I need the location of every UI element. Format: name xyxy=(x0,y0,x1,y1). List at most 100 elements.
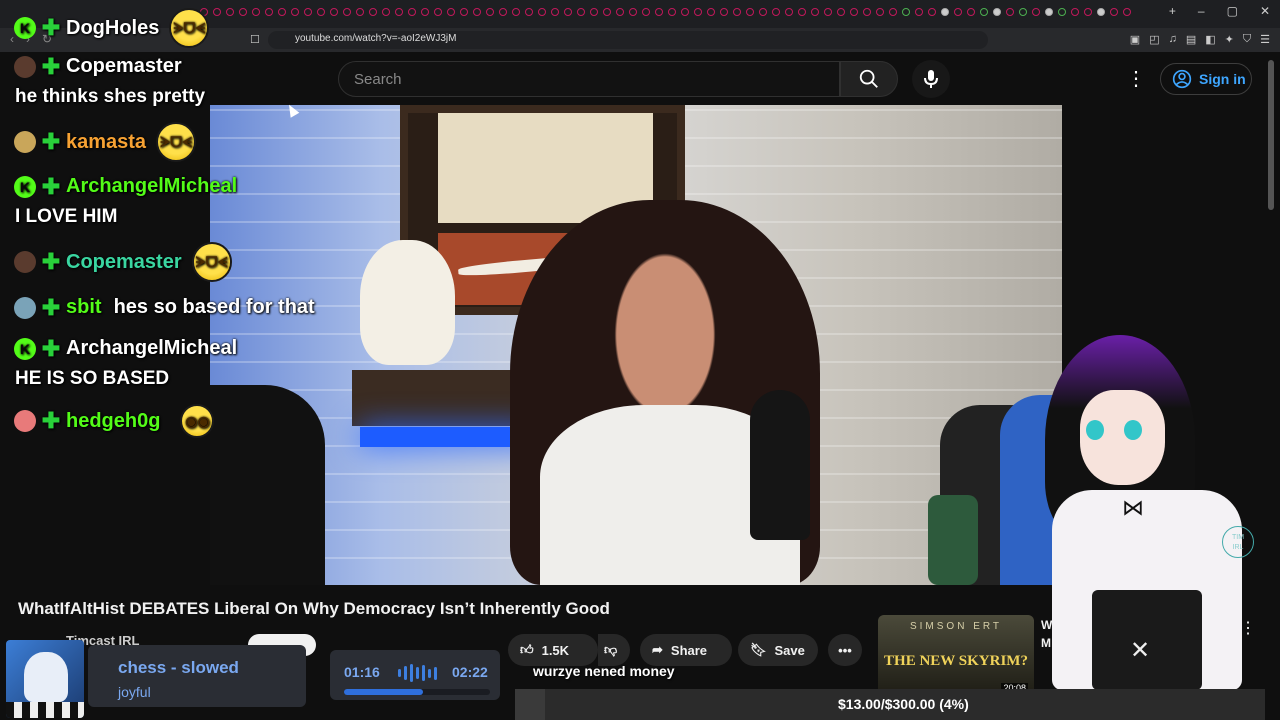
recommended-title-line2[interactable]: M xyxy=(1041,636,1051,650)
browser-tab-favicon-icon[interactable] xyxy=(343,8,351,16)
browser-tab-favicon-icon[interactable] xyxy=(1071,8,1079,16)
browser-tab-favicon-icon[interactable] xyxy=(603,8,611,16)
share-button[interactable]: ➦ Share xyxy=(640,634,732,666)
browser-tab-favicon-icon[interactable] xyxy=(1006,8,1014,16)
browser-tab-favicon-icon[interactable] xyxy=(473,8,481,16)
browser-tab-favicon-icon[interactable] xyxy=(850,8,858,16)
browser-tab-favicon-icon[interactable] xyxy=(1123,8,1131,16)
browser-tab-favicon-icon[interactable] xyxy=(616,8,624,16)
browser-tab-favicon-icon[interactable] xyxy=(759,8,767,16)
browser-tab-favicon-icon[interactable] xyxy=(694,8,702,16)
browser-tab-favicon-icon[interactable] xyxy=(941,8,949,16)
browser-tab-favicon-icon[interactable] xyxy=(356,8,364,16)
browser-tab-favicon-icon[interactable] xyxy=(707,8,715,16)
close-window-icon[interactable]: ✕ xyxy=(1260,4,1270,18)
browser-tab-favicon-icon[interactable] xyxy=(889,8,897,16)
browser-tab-favicon-icon[interactable] xyxy=(1019,8,1027,16)
browser-tab-favicon-icon[interactable] xyxy=(538,8,546,16)
browser-tab-favicon-icon[interactable] xyxy=(291,8,299,16)
browser-tab-favicon-icon[interactable] xyxy=(317,8,325,16)
browser-tab-favicon-icon[interactable] xyxy=(954,8,962,16)
browser-tab-favicon-icon[interactable] xyxy=(746,8,754,16)
browser-tab-favicon-icon[interactable] xyxy=(330,8,338,16)
recommended-title[interactable]: W xyxy=(1041,618,1052,632)
browser-tab-favicon-icon[interactable] xyxy=(1110,8,1118,16)
browser-tab-favicon-icon[interactable] xyxy=(382,8,390,16)
browser-tab-favicon-icon[interactable] xyxy=(642,8,650,16)
browser-tab-favicon-icon[interactable] xyxy=(278,8,286,16)
browser-tab-favicon-icon[interactable] xyxy=(564,8,572,16)
browser-tab-favicon-icon[interactable] xyxy=(785,8,793,16)
video-player[interactable] xyxy=(210,105,1062,585)
browser-tab-favicon-icon[interactable] xyxy=(915,8,923,16)
recommended-menu-icon[interactable]: ⋮ xyxy=(1240,618,1256,638)
browser-tab-favicon-icon[interactable] xyxy=(525,8,533,16)
browser-tab-favicon-icon[interactable] xyxy=(252,8,260,16)
browser-tab-favicon-icon[interactable] xyxy=(226,8,234,16)
browser-tab-favicon-icon[interactable] xyxy=(1058,8,1066,16)
menu-icon[interactable]: ☰ xyxy=(1260,33,1270,46)
browser-tab-favicon-icon[interactable] xyxy=(421,8,429,16)
browser-tab-favicon-icon[interactable] xyxy=(902,8,910,16)
browser-tab-favicon-icon[interactable] xyxy=(928,8,936,16)
recommended-video-thumbnail[interactable]: SIMSON ERT THE NEW SKYRIM? 20:08 xyxy=(878,615,1034,695)
browser-tab-favicon-icon[interactable] xyxy=(1032,8,1040,16)
browser-tab-favicon-icon[interactable] xyxy=(369,8,377,16)
extension-icon[interactable]: ◧ xyxy=(1205,33,1215,46)
minimize-icon[interactable]: – xyxy=(1198,4,1205,18)
browser-tab-favicon-icon[interactable] xyxy=(408,8,416,16)
browser-tab-favicon-icon[interactable] xyxy=(590,8,598,16)
settings-menu-icon[interactable]: ⋮ xyxy=(1126,66,1146,91)
browser-tab-favicon-icon[interactable] xyxy=(304,8,312,16)
browser-tab-favicon-icon[interactable] xyxy=(733,8,741,16)
browser-tab-favicon-icon[interactable] xyxy=(1097,8,1105,16)
browser-tab-favicon-icon[interactable] xyxy=(863,8,871,16)
browser-tab-favicon-icon[interactable] xyxy=(460,8,468,16)
search-button[interactable] xyxy=(840,61,898,97)
more-actions-button[interactable]: ••• xyxy=(828,634,862,666)
browser-tab-favicon-icon[interactable] xyxy=(1084,8,1092,16)
browser-tab-favicon-icon[interactable] xyxy=(213,8,221,16)
browser-tab-favicon-icon[interactable] xyxy=(668,8,676,16)
browser-tab-favicon-icon[interactable] xyxy=(993,8,1001,16)
browser-tab-favicon-icon[interactable] xyxy=(512,8,520,16)
browser-tab-favicon-icon[interactable] xyxy=(629,8,637,16)
search-input[interactable] xyxy=(338,61,840,97)
browser-tab-favicon-icon[interactable] xyxy=(811,8,819,16)
dislike-button[interactable]: 👎︎ xyxy=(598,634,630,666)
browser-tab-favicon-icon[interactable] xyxy=(980,8,988,16)
browser-tab-favicon-icon[interactable] xyxy=(577,8,585,16)
browser-tab-favicon-icon[interactable] xyxy=(486,8,494,16)
browser-tab-favicon-icon[interactable] xyxy=(798,8,806,16)
browser-tab-favicon-icon[interactable] xyxy=(265,8,273,16)
extension-icon[interactable]: ♫ xyxy=(1169,33,1177,46)
extension-icon[interactable]: ▤ xyxy=(1186,33,1196,46)
extension-icon[interactable]: ▣ xyxy=(1130,33,1140,46)
browser-tab-favicon-icon[interactable] xyxy=(967,8,975,16)
browser-tab-favicon-icon[interactable] xyxy=(876,8,884,16)
browser-tab-favicon-icon[interactable] xyxy=(772,8,780,16)
browser-tab-favicon-icon[interactable] xyxy=(720,8,728,16)
browser-tab-favicon-icon[interactable] xyxy=(551,8,559,16)
browser-tab-favicon-icon[interactable] xyxy=(1045,8,1053,16)
bookmark-icon[interactable]: ☐ xyxy=(250,33,260,46)
sign-in-button[interactable]: Sign in xyxy=(1160,63,1252,95)
browser-tab-favicon-icon[interactable] xyxy=(681,8,689,16)
url-text[interactable]: youtube.com/watch?v=-aoI2eWJ3jM xyxy=(295,33,456,44)
browser-tab-favicon-icon[interactable] xyxy=(824,8,832,16)
browser-tabs[interactable] xyxy=(200,8,1160,20)
voice-search-button[interactable] xyxy=(912,60,950,98)
browser-tab-favicon-icon[interactable] xyxy=(837,8,845,16)
save-button[interactable]: 🔖︎ Save xyxy=(738,634,818,666)
shield-icon[interactable]: ⛉ xyxy=(1243,33,1251,46)
extension-icon[interactable]: ◰ xyxy=(1149,33,1159,46)
maximize-icon[interactable]: ▢ xyxy=(1227,4,1238,18)
browser-tab-favicon-icon[interactable] xyxy=(655,8,663,16)
browser-tab-favicon-icon[interactable] xyxy=(395,8,403,16)
browser-tab-favicon-icon[interactable] xyxy=(239,8,247,16)
new-tab-icon[interactable]: + xyxy=(1169,4,1176,18)
page-scrollbar[interactable] xyxy=(1268,60,1274,210)
extension-icon[interactable]: ✦ xyxy=(1225,33,1234,46)
browser-tab-favicon-icon[interactable] xyxy=(434,8,442,16)
browser-tab-favicon-icon[interactable] xyxy=(499,8,507,16)
